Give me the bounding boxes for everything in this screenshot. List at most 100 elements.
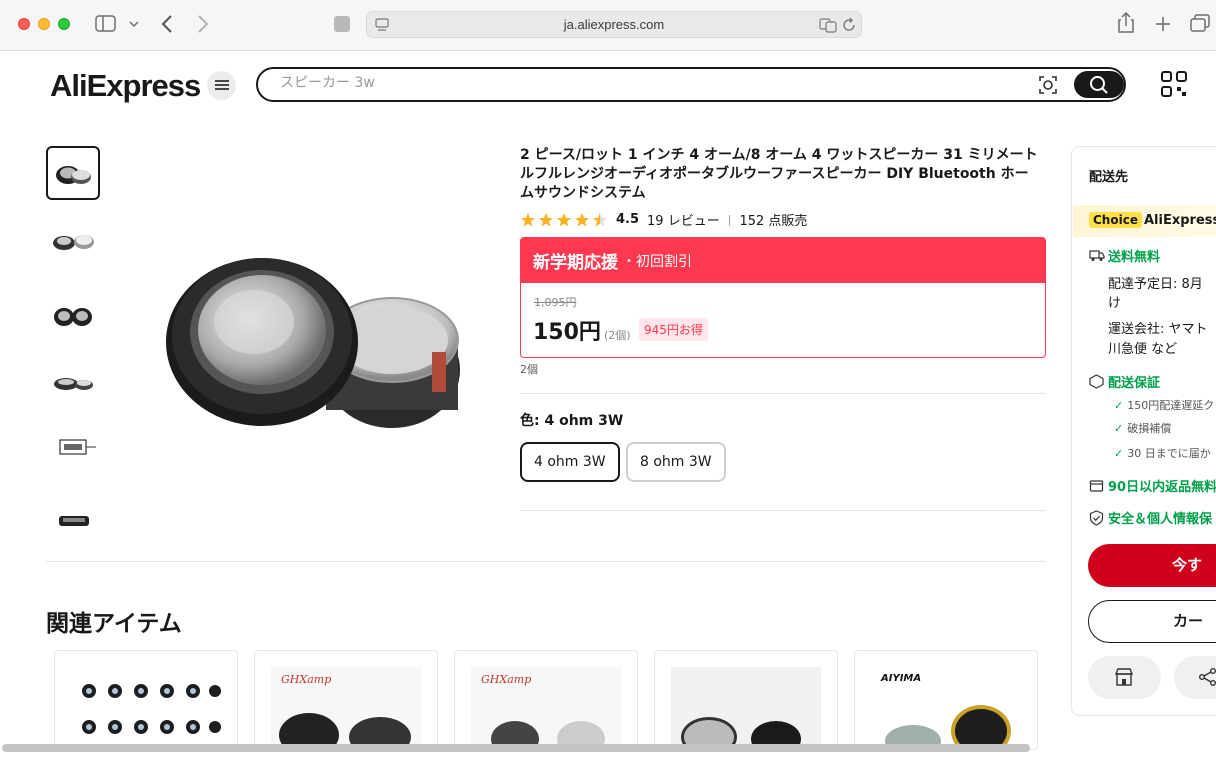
related-item-image: AIYIMA <box>871 667 1021 749</box>
savings-badge: 945円お得 <box>639 318 708 341</box>
related-item-image <box>671 667 821 749</box>
address-bar[interactable]: ja.aliexpress.com <box>366 11 862 38</box>
forward-icon[interactable] <box>196 14 210 34</box>
brand-label: GHXamp <box>481 673 532 686</box>
rating-score: 4.5 <box>616 212 640 227</box>
aliexpress-logo[interactable]: AliExpress <box>50 68 201 104</box>
option-8ohm-3w[interactable]: 8 ohm 3W <box>626 442 726 482</box>
package-shield-icon <box>1089 374 1104 389</box>
qr-code-icon[interactable] <box>1160 70 1188 98</box>
ship-to-label[interactable]: 配送先 <box>1089 166 1128 185</box>
divider <box>520 393 1046 394</box>
choice-brand: AliExpress <box>1144 213 1216 228</box>
speaker-thumbnail-image <box>54 308 92 326</box>
store-button[interactable] <box>1088 656 1161 699</box>
star-icon <box>539 212 553 226</box>
search-button[interactable] <box>1074 71 1124 98</box>
star-icon <box>593 212 607 226</box>
quantity-note: 2個 <box>520 363 538 376</box>
image-search-icon[interactable] <box>1038 75 1058 95</box>
product-main-image[interactable] <box>150 240 470 450</box>
delivery-date-cont: け <box>1108 296 1122 311</box>
minimize-window-button[interactable] <box>38 18 50 30</box>
store-icon <box>1114 668 1134 686</box>
security-shield-icon <box>1089 510 1104 526</box>
related-item-card[interactable]: AIYIMA <box>854 650 1038 750</box>
search-icon <box>1090 76 1108 94</box>
related-item-card[interactable] <box>54 650 238 750</box>
speaker-thumbnail-image <box>54 378 93 390</box>
speaker-thumbnail-image <box>56 166 91 184</box>
divider <box>520 510 1046 511</box>
speaker-thumbnail-image <box>53 235 94 250</box>
hamburger-icon <box>214 80 229 90</box>
share-icon <box>1199 668 1216 686</box>
related-item-image <box>71 667 221 749</box>
close-window-button[interactable] <box>18 18 30 30</box>
guarantee-item: ✓ 150円配達遅延ク <box>1114 399 1215 412</box>
category-menu-button[interactable] <box>207 71 236 100</box>
product-title: 2 ピース/ロット 1 インチ 4 オーム/8 オーム 4 ワットスピーカー 3… <box>520 147 1038 201</box>
related-item-card[interactable]: GHXamp <box>454 650 638 750</box>
delivery-guarantee[interactable]: 配送保証 <box>1108 372 1160 391</box>
divider: | <box>727 213 732 226</box>
translate-icon[interactable] <box>819 17 837 33</box>
reload-icon[interactable] <box>841 17 857 33</box>
zoom-window-button[interactable] <box>58 18 70 30</box>
add-to-cart-button[interactable]: カー <box>1088 600 1216 643</box>
option-4ohm-3w[interactable]: 4 ohm 3W <box>520 442 620 482</box>
star-icon <box>575 212 589 226</box>
thumbnail-6[interactable] <box>46 494 100 548</box>
guarantee-item: ✓ 破損補償 <box>1114 422 1172 435</box>
original-price: 1,095円 <box>534 296 577 309</box>
section-divider <box>46 561 1046 562</box>
sale-price-row: 150円 (2個) <box>533 314 631 346</box>
choice-banner: Choice AliExpress <box>1073 205 1216 237</box>
tab-overview-icon[interactable] <box>1190 14 1212 34</box>
search-bar <box>256 67 1126 102</box>
related-item-card[interactable]: GHXamp <box>254 650 438 750</box>
brand-label: AIYIMA <box>881 673 922 684</box>
price-quantity: (2個) <box>603 329 631 342</box>
free-returns[interactable]: 90日以内返品無料 <box>1108 476 1216 495</box>
review-count-link[interactable]: 19 レビュー <box>647 210 720 229</box>
url-text: ja.aliexpress.com <box>563 17 665 32</box>
search-input[interactable] <box>280 75 980 91</box>
star-icon <box>521 212 535 226</box>
security-privacy[interactable]: 安全＆個人情報保 <box>1108 508 1212 527</box>
tab-favicon[interactable] <box>334 16 350 32</box>
related-item-image: GHXamp <box>471 667 621 749</box>
sidebar-icon[interactable] <box>95 15 117 33</box>
delivery-date: 配達予定日: 8月 <box>1108 277 1203 292</box>
share-button[interactable] <box>1174 656 1216 699</box>
promo-subtitle: ・初回割引 <box>622 253 692 270</box>
thumbnail-3[interactable] <box>46 288 100 342</box>
promo-banner: 新学期応援 ・初回割引 <box>521 238 1045 283</box>
share-icon[interactable] <box>1117 12 1135 34</box>
chevron-down-icon[interactable] <box>128 19 140 29</box>
sale-price: 150円 <box>533 320 601 345</box>
thumbnail-1[interactable] <box>46 146 100 200</box>
rating-row: 4.5 19 レビュー | 152 点販売 <box>520 210 807 229</box>
buy-now-button[interactable]: 今す <box>1088 544 1216 587</box>
color-label: 色: 4 ohm 3W <box>520 413 624 429</box>
sold-count: 152 点販売 <box>739 214 808 229</box>
thumbnail-5[interactable] <box>46 420 100 474</box>
horizontal-scrollbar[interactable] <box>2 744 1030 752</box>
carrier-info-cont: 川急便 など <box>1108 342 1178 357</box>
choice-tag: Choice <box>1089 212 1142 228</box>
related-item-card[interactable] <box>654 650 838 750</box>
rating-stars <box>521 212 607 226</box>
truck-icon <box>1089 250 1105 261</box>
free-shipping-label: 送料無料 <box>1108 250 1161 265</box>
star-icon <box>557 212 571 226</box>
back-icon[interactable] <box>160 14 174 34</box>
guarantee-item: ✓ 30 日までに届か <box>1114 447 1211 460</box>
carrier-info: 運送会社: ヤマト <box>1108 322 1208 337</box>
price-box: 新学期応援 ・初回割引 1,095円 150円 (2個) 945円お得 <box>520 237 1046 358</box>
thumbnail-4[interactable] <box>46 356 100 410</box>
return-box-icon <box>1089 480 1104 492</box>
new-tab-icon[interactable] <box>1154 15 1172 33</box>
related-items-title: 関連アイテム <box>46 611 182 637</box>
thumbnail-2[interactable] <box>46 214 100 268</box>
